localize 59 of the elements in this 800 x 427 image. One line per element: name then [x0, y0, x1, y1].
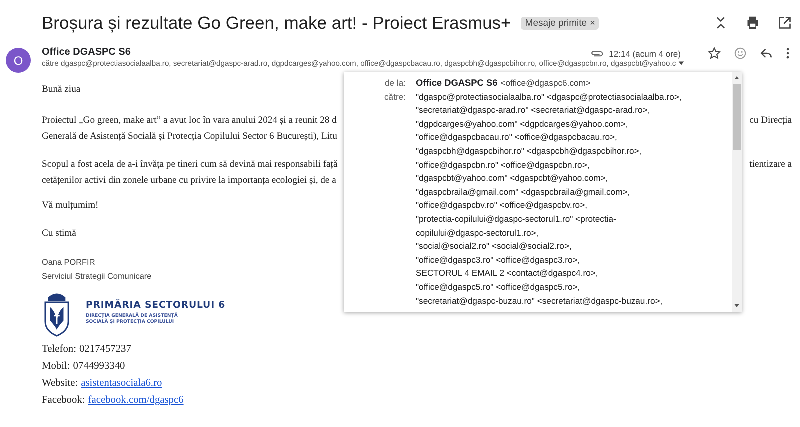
contact-label: Telefon: [42, 344, 76, 357]
scrollbar[interactable] [732, 72, 742, 312]
recipient-address: "office@dgaspcbacau.ro" <office@dgaspcbacau.ro>, [416, 131, 618, 144]
recipient-address: "protectia-copilului@dgaspc-sectorul1.ro" <protectia- [416, 212, 618, 226]
paragraph-text: Proiectul „Go green, make art” a avut loc în vara anului 2024 și a reunit 28 d [42, 114, 337, 126]
recipient-address: "dgaspcbraila@gmail.com" <dgaspcbraila@gmail.com>, [416, 186, 632, 199]
paragraph-text: Scopul a fost acela de a-i învăța pe tineri cum să devină mai responsabili față [42, 158, 338, 170]
scroll-down-icon[interactable] [734, 303, 740, 309]
caret-icon[interactable] [678, 60, 686, 67]
recipient-address: "office@dgaspcbn.ro" <office@dgaspcbn.ro>, [416, 158, 591, 172]
contact-label: Facebook: [42, 395, 86, 408]
recipient-address: "dgaspcbh@dgaspcbihor.ro" <dgaspcbh@dgaspcbihor.ro>, [416, 144, 643, 158]
recipient-address: "dgaspcbt@yahoo.com" <dgaspcbt@yahoo.com>, [416, 172, 610, 186]
attachment-icon [590, 50, 604, 58]
email-subject: Broșura și rezultate Go Green, make art! - Proiect Erasmus+ [42, 12, 512, 34]
open-in-new-window-icon[interactable] [778, 16, 792, 30]
from-label: de la: [384, 77, 407, 90]
collapse-icon[interactable] [714, 16, 728, 30]
contact-value: 0744993340 [73, 361, 126, 374]
contact-value: 0217457237 [79, 344, 132, 357]
paragraph-text: cu Direcția [750, 114, 792, 126]
recipient-address: "social@social2.ro" <social@social2.ro>, [416, 240, 573, 254]
recipient-address: "office@dgaspc5.ro" <office@dgaspc5.ro>, [416, 280, 582, 294]
label-text: Mesaje primite [525, 18, 588, 28]
recipient-address: SECTORUL 4 EMAIL 2 <contact@dgaspc4.ro>, [416, 267, 600, 280]
reply-icon[interactable] [760, 47, 773, 60]
star-icon[interactable] [708, 47, 721, 60]
scroll-up-icon[interactable] [734, 75, 740, 81]
contact-link[interactable]: facebook.com/dgaspc6 [88, 395, 184, 412]
to-label: către: [384, 90, 407, 104]
recipient-address: "office@dgaspc3.ro" <office@dgaspc3.ro>, [416, 254, 582, 267]
paragraph-text: Generală de Asistență Socială și Protecția Copilului Sector 6 București), Litu [42, 130, 338, 142]
closing-text: Cu stimă [42, 228, 76, 239]
recipient-address: "dgaspc@protectiasocialaalba.ro" <dgaspc@protectiasocialaalba.ro>, [416, 90, 683, 104]
thanks-text: Vă mulțumim! [42, 200, 99, 211]
signature-name: Oana PORFIR [42, 257, 96, 269]
contact-label: Mobil: [42, 361, 70, 374]
scrollbar-thumb[interactable] [733, 84, 741, 150]
recipient-address: copilului@dgaspc-sectorul1.ro>, [416, 226, 540, 240]
signature-department: Serviciul Strategii Comunicare [42, 271, 152, 283]
more-options-icon[interactable] [786, 47, 790, 60]
message-time: 12:14 (acum 4 ore) [609, 48, 681, 58]
print-icon[interactable] [746, 16, 760, 30]
paragraph-text: cetățenilor activi din zonele urbane cu privire la importanța ecologiei și, de a [42, 174, 336, 186]
greeting-text: Bună ziua [42, 84, 81, 95]
remove-label-button[interactable]: × [590, 18, 596, 28]
contact-link[interactable]: asistentasociala6.ro [81, 378, 162, 395]
paragraph-text: tientizare a [750, 158, 792, 170]
from-email: <office@dgaspc6.com> [500, 78, 591, 88]
emoji-icon[interactable] [734, 47, 747, 60]
recipient-address: "secretariat@dgaspc-buzau.ro" <secretariat@dgaspc-buzau.ro>, [416, 294, 664, 308]
from-name: Office DGASPC S6 [416, 78, 498, 88]
recipient-address: "office@dgaspcbv.ro" <office@dgaspcbv.ro>, [416, 199, 588, 212]
recipient-address: "dgpdcarges@yahoo.com" <dgpdcarges@yahoo.com>, [416, 118, 630, 131]
sender-name: Office DGASPC S6 [42, 46, 131, 59]
recipient-address: "secretariat@dgaspc-arad.ro" <secretariat@dgaspc-arad.ro>, [416, 104, 652, 118]
logo-title: PRIMĂRIA SECTORULUI 6 [86, 300, 226, 311]
sender-avatar: O [6, 48, 31, 73]
contact-label: Website: [42, 378, 78, 391]
